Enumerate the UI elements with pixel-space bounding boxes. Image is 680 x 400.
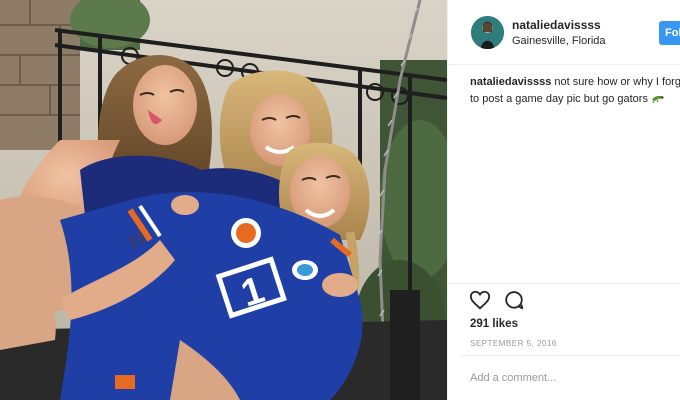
comment-input[interactable] [470,369,670,387]
comment-divider [460,355,680,356]
follow-button[interactable]: Follow [659,21,680,45]
caption-text-2: to post a game day pic but go gators [470,93,648,105]
heart-icon[interactable] [469,289,491,311]
post-caption: nataliedavissss not sure how or why I fo… [470,74,680,108]
caption-line-1: nataliedavissss not sure how or why I fo… [470,74,680,91]
avatar[interactable] [471,16,504,49]
likes-count[interactable]: 291 likes [470,318,518,330]
post-details-panel: nataliedavissss Gainesville, Florida Fol… [447,0,680,400]
gator-emoji-icon [652,96,665,104]
username-link[interactable]: nataliedavissss [512,18,601,32]
post-header: nataliedavissss Gainesville, Florida Fol… [448,0,680,65]
post-date: SEPTEMBER 5, 2016 [470,339,557,348]
location-link[interactable]: Gainesville, Florida [512,35,606,47]
caption-line-2: to post a game day pic but go gators [470,91,680,108]
post-photo[interactable]: 1 [0,0,447,400]
avatar-image [471,16,504,49]
action-bar-divider [448,283,680,284]
caption-username[interactable]: nataliedavissss [470,76,551,88]
comment-icon[interactable] [503,289,525,311]
caption-text-1: not sure how or why I forgot [554,76,680,88]
photo-illustration: 1 [0,0,447,400]
